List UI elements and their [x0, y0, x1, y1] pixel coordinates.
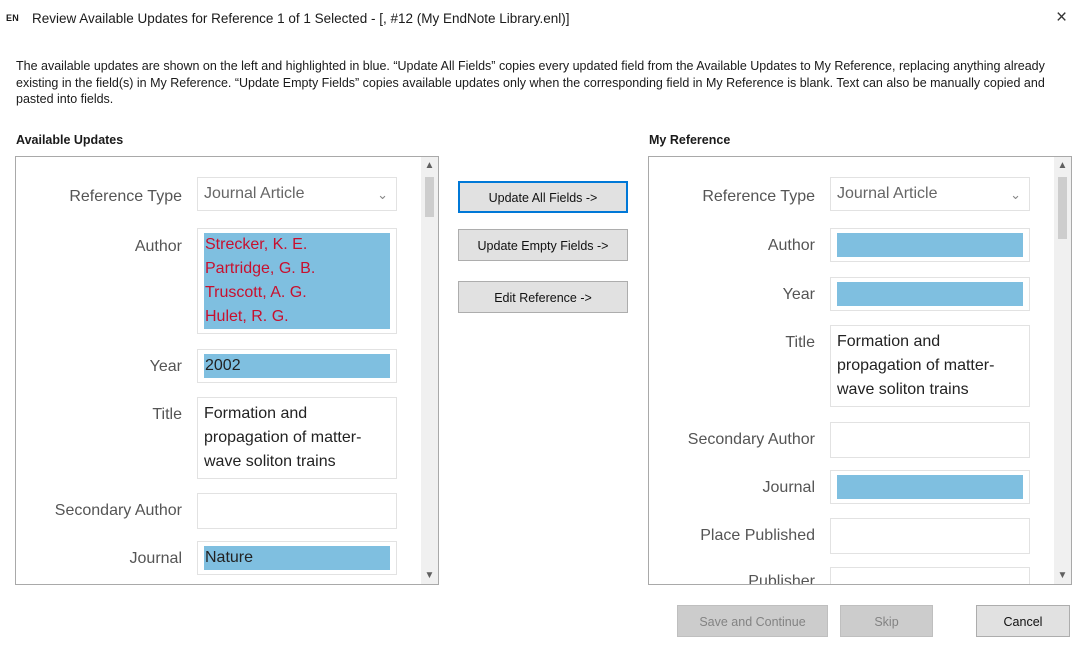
scroll-thumb[interactable]	[425, 177, 434, 217]
title-line: propagation of matter-	[204, 429, 362, 446]
title-bar: EN Review Available Updates for Referenc…	[0, 0, 1080, 38]
reference-type-select[interactable]: Journal Article ⌄	[197, 177, 397, 211]
field-label: Place Published	[700, 527, 815, 544]
field-label: Secondary Author	[54, 502, 182, 519]
field-label: Year	[782, 286, 815, 303]
field-label: Publisher	[748, 573, 815, 585]
author-line: Partridge, G. B.	[205, 260, 316, 277]
journal-value: Nature	[204, 546, 390, 570]
instructions-text: The available updates are shown on the l…	[16, 59, 1045, 106]
year-highlight	[837, 282, 1023, 306]
year-update-field[interactable]: 2002	[197, 349, 397, 383]
available-updates-panel[interactable]: Reference Type Journal Article ⌄ Author …	[15, 156, 439, 585]
year-field[interactable]	[830, 277, 1030, 311]
journal-field[interactable]	[830, 470, 1030, 504]
author-field[interactable]	[830, 228, 1030, 262]
title-line: Formation and	[837, 333, 941, 350]
scrollbar[interactable]: ▲ ▼	[421, 157, 438, 584]
scroll-thumb[interactable]	[1058, 177, 1067, 239]
chevron-down-icon: ⌄	[377, 187, 388, 202]
field-label: Journal	[762, 479, 815, 496]
title-update-field[interactable]: Formation and propagation of matter- wav…	[197, 397, 397, 479]
journal-update-field[interactable]: Nature	[197, 541, 397, 575]
scrollbar[interactable]: ▲ ▼	[1054, 157, 1071, 584]
field-label: Year	[149, 358, 182, 375]
field-label: Journal	[129, 550, 182, 567]
my-reference-panel[interactable]: Reference Type Journal Article ⌄ Author …	[648, 156, 1072, 585]
author-highlight	[837, 233, 1023, 257]
scroll-down-icon[interactable]: ▼	[421, 567, 438, 584]
scroll-up-icon[interactable]: ▲	[1054, 157, 1071, 174]
field-label: Secondary Author	[687, 431, 815, 448]
reference-type-select[interactable]: Journal Article ⌄	[830, 177, 1030, 211]
field-label: Reference Type	[69, 188, 182, 205]
secondary-author-field[interactable]	[830, 422, 1030, 458]
field-label: Title	[785, 334, 815, 351]
chevron-down-icon: ⌄	[1010, 187, 1021, 202]
close-icon[interactable]: ×	[1056, 8, 1067, 27]
publisher-field[interactable]	[830, 567, 1030, 584]
title-line: propagation of matter-	[837, 357, 995, 374]
secondary-author-update-field[interactable]	[197, 493, 397, 529]
author-update-field[interactable]: Strecker, K. E. Partridge, G. B. Truscot…	[197, 228, 397, 334]
available-updates-heading: Available Updates	[16, 133, 124, 147]
cancel-button[interactable]: Cancel	[976, 605, 1070, 637]
scroll-down-icon[interactable]: ▼	[1054, 567, 1071, 584]
reference-type-value: Journal Article	[837, 185, 938, 202]
field-label: Reference Type	[702, 188, 815, 205]
window-title: Review Available Updates for Reference 1…	[32, 11, 570, 26]
skip-button[interactable]: Skip	[840, 605, 933, 637]
place-published-field[interactable]	[830, 518, 1030, 554]
update-empty-fields-button[interactable]: Update Empty Fields ->	[458, 229, 628, 261]
author-line: Hulet, R. G.	[205, 308, 289, 325]
endnote-app-icon: EN	[6, 13, 20, 23]
year-value: 2002	[204, 354, 390, 378]
update-all-fields-button[interactable]: Update All Fields ->	[458, 181, 628, 213]
field-label: Author	[767, 237, 815, 254]
field-label: Title	[152, 406, 182, 423]
journal-highlight	[837, 475, 1023, 499]
title-line: Formation and	[204, 405, 308, 422]
edit-reference-button[interactable]: Edit Reference ->	[458, 281, 628, 313]
save-and-continue-button[interactable]: Save and Continue	[677, 605, 828, 637]
scroll-up-icon[interactable]: ▲	[421, 157, 438, 174]
reference-type-value: Journal Article	[204, 185, 305, 202]
author-line: Truscott, A. G.	[205, 284, 307, 301]
author-line: Strecker, K. E.	[205, 236, 308, 253]
my-reference-heading: My Reference	[649, 133, 731, 147]
title-field[interactable]: Formation and propagation of matter- wav…	[830, 325, 1030, 407]
field-label: Author	[134, 238, 182, 255]
title-line: wave soliton trains	[837, 381, 969, 398]
title-line: wave soliton trains	[204, 453, 336, 470]
